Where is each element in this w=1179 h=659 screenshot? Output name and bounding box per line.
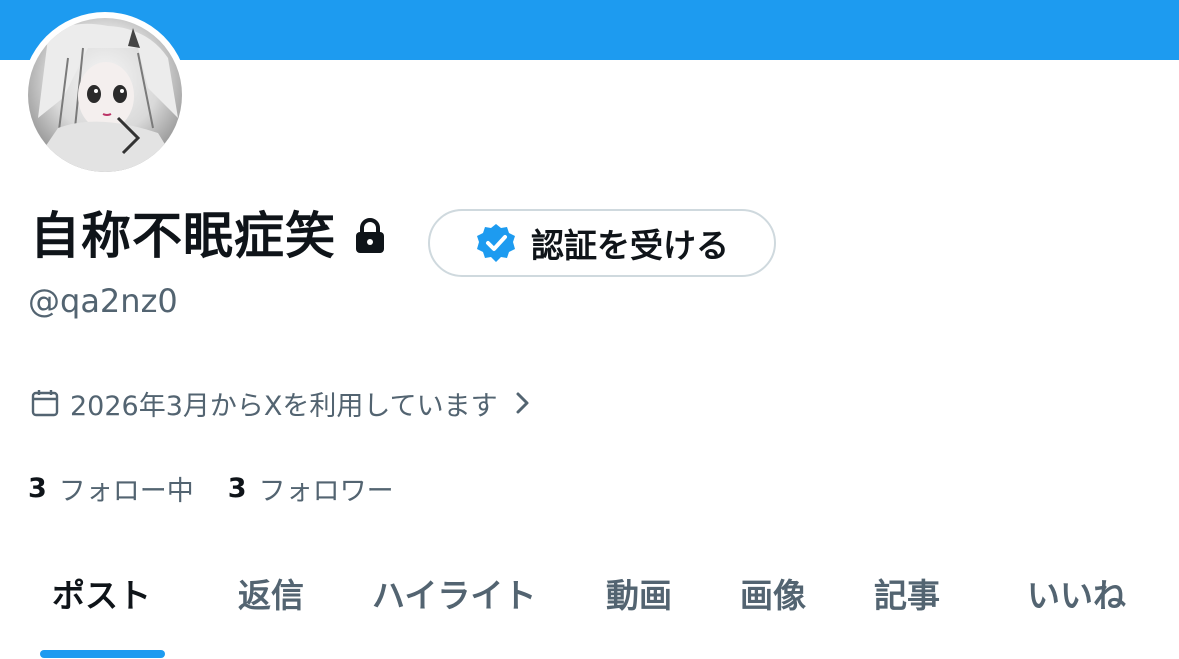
tab-articles[interactable]: 記事 — [874, 560, 940, 626]
verified-badge-icon — [477, 224, 515, 262]
followers-count: 3 — [227, 472, 247, 504]
tab-images[interactable]: 画像 — [740, 560, 806, 626]
tab-posts[interactable]: ポスト — [52, 560, 151, 626]
avatar[interactable] — [22, 12, 188, 178]
tab-likes[interactable]: いいね — [1027, 560, 1126, 626]
following-label: フォロー中 — [58, 475, 194, 507]
lock-icon — [356, 218, 384, 253]
user-handle: @qa2nz0 — [28, 282, 178, 320]
avatar-image — [28, 18, 182, 172]
joined-date-text: 2026年3月からXを利用しています — [70, 390, 498, 422]
tab-replies[interactable]: 返信 — [238, 560, 304, 626]
display-name: 自称不眠症笑 — [30, 207, 336, 265]
tab-videos[interactable]: 動画 — [606, 560, 672, 626]
profile-tabs: ポスト 返信 ハイライト 動画 画像 記事 いいね — [0, 560, 1179, 659]
profile-banner[interactable] — [0, 0, 1179, 60]
chevron-right-icon — [516, 392, 529, 414]
joined-date-link[interactable]: 2026年3月からXを利用しています — [30, 383, 532, 423]
followers-link[interactable]: 3 フォロワー — [228, 469, 394, 508]
followers-label: フォロワー — [258, 475, 394, 507]
get-verified-label: 認証を受ける — [531, 226, 729, 265]
get-verified-button[interactable]: 認証を受ける — [428, 209, 776, 277]
active-tab-indicator — [40, 650, 165, 658]
following-link[interactable]: 3 フォロー中 — [28, 469, 194, 508]
following-count: 3 — [28, 472, 47, 504]
tab-highlights[interactable]: ハイライト — [372, 560, 536, 626]
calendar-icon — [31, 390, 59, 417]
